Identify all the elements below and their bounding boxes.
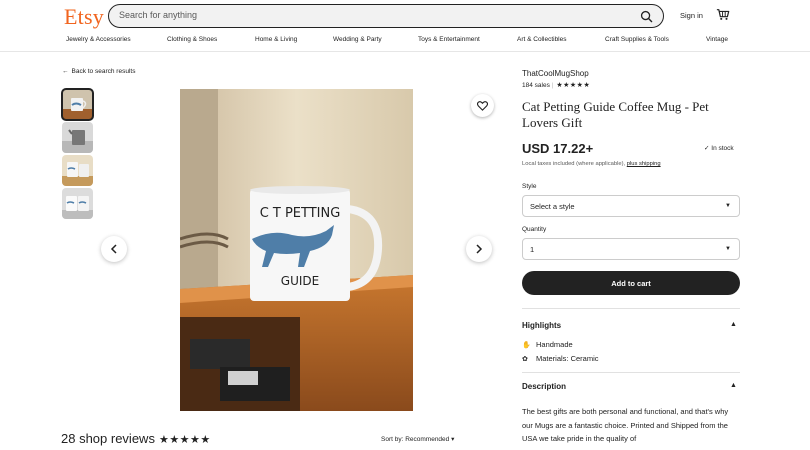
arrow-left-icon: ← (62, 68, 69, 75)
thumbnail-4[interactable] (62, 188, 93, 219)
etsy-logo[interactable]: Etsy (64, 4, 104, 30)
divider (522, 308, 740, 309)
highlight-materials: ✿ Materials: Ceramic (522, 354, 599, 363)
category-vintage[interactable]: Vintage (706, 36, 728, 43)
search-bar[interactable]: Search for anything (108, 4, 664, 28)
chevron-right-icon (476, 244, 483, 254)
style-select-value: Select a style (530, 202, 575, 211)
back-link-label: Back to search results (71, 68, 136, 75)
sign-in-link[interactable]: Sign in (680, 11, 703, 20)
cart-icon[interactable] (716, 8, 730, 21)
chevron-left-icon (110, 244, 117, 254)
favorite-button[interactable] (471, 94, 494, 117)
style-label: Style (522, 183, 537, 190)
quantity-select-value: 1 (530, 245, 535, 254)
site-header: Etsy Search for anything Sign in Jewelry… (0, 0, 810, 52)
category-clothing[interactable]: Clothing & Shoes (167, 36, 217, 43)
stock-status-label: In stock (711, 145, 734, 152)
previous-image-button[interactable] (101, 236, 127, 262)
category-nav: Jewelry & Accessories Clothing & Shoes H… (0, 36, 810, 48)
shop-rating-stars-icon: ★★★★★ (556, 82, 591, 89)
shipping-link[interactable]: plus shipping (627, 161, 661, 167)
hand-icon: ✋ (522, 342, 531, 349)
mug-text-bottom: GUIDE (281, 274, 319, 288)
next-image-button[interactable] (466, 236, 492, 262)
sales-count: 184 sales (522, 82, 550, 89)
materials-icon: ✿ (522, 356, 528, 363)
category-craft[interactable]: Craft Supplies & Tools (605, 36, 669, 43)
caret-down-icon: ▼ (725, 246, 731, 252)
search-icon[interactable] (640, 10, 653, 23)
thumbnail-2[interactable] (62, 122, 93, 153)
shop-reviews-heading: 28 shop reviews ★★★★★ (61, 431, 211, 446)
sort-dropdown[interactable]: Sort by: Recommended ▾ (381, 435, 454, 443)
description-heading[interactable]: Description (522, 382, 566, 391)
product-main-image[interactable]: C T PETTING GUIDE (180, 89, 413, 411)
highlight-handmade: ✋ Handmade (522, 340, 573, 349)
category-art[interactable]: Art & Collectibles (517, 36, 567, 43)
thumbnail-1[interactable] (61, 88, 94, 121)
review-stars-icon: ★★★★★ (158, 434, 211, 446)
search-input[interactable]: Search for anything (119, 10, 197, 20)
heart-icon (477, 100, 488, 111)
highlights-heading[interactable]: Highlights (522, 321, 561, 330)
shop-sales: 184 sales | ★★★★★ (522, 82, 591, 89)
quantity-select[interactable]: 1 ▼ (522, 238, 740, 260)
highlight-label: Materials: Ceramic (536, 354, 599, 363)
description-text: The best gifts are both personal and fun… (522, 407, 729, 443)
category-wedding[interactable]: Wedding & Party (333, 36, 382, 43)
product-page: Etsy Search for anything Sign in Jewelry… (0, 0, 810, 450)
category-toys[interactable]: Toys & Entertainment (418, 36, 480, 43)
style-select[interactable]: Select a style ▼ (522, 195, 740, 217)
product-title: Cat Petting Guide Coffee Mug - Pet Lover… (522, 99, 709, 130)
chevron-up-icon[interactable]: ▲ (730, 382, 737, 389)
category-home[interactable]: Home & Living (255, 36, 297, 43)
highlight-label: Handmade (536, 340, 573, 349)
mug-text-top: C T PETTING (260, 206, 341, 221)
add-to-cart-button[interactable]: Add to cart (522, 271, 740, 295)
sort-label: Sort by: Recommended (381, 436, 450, 443)
divider (522, 372, 740, 373)
caret-down-icon: ▾ (451, 436, 455, 443)
chevron-up-icon[interactable]: ▲ (730, 321, 737, 328)
shop-reviews-title: 28 shop reviews (61, 431, 155, 446)
category-jewelry[interactable]: Jewelry & Accessories (66, 36, 131, 43)
caret-down-icon: ▼ (725, 203, 731, 209)
product-price: USD 17.22+ (522, 141, 594, 156)
back-link[interactable]: ← Back to search results (62, 68, 135, 75)
checkmark-icon: ✓ (704, 145, 710, 152)
stock-status: ✓ In stock (704, 144, 734, 152)
quantity-label: Quantity (522, 226, 547, 233)
tax-note-text: Local taxes included (where applicable), (522, 161, 626, 167)
shop-name-link[interactable]: ThatCoolMugShop (522, 69, 589, 78)
tax-note: Local taxes included (where applicable),… (522, 161, 661, 167)
thumbnail-3[interactable] (62, 155, 93, 186)
